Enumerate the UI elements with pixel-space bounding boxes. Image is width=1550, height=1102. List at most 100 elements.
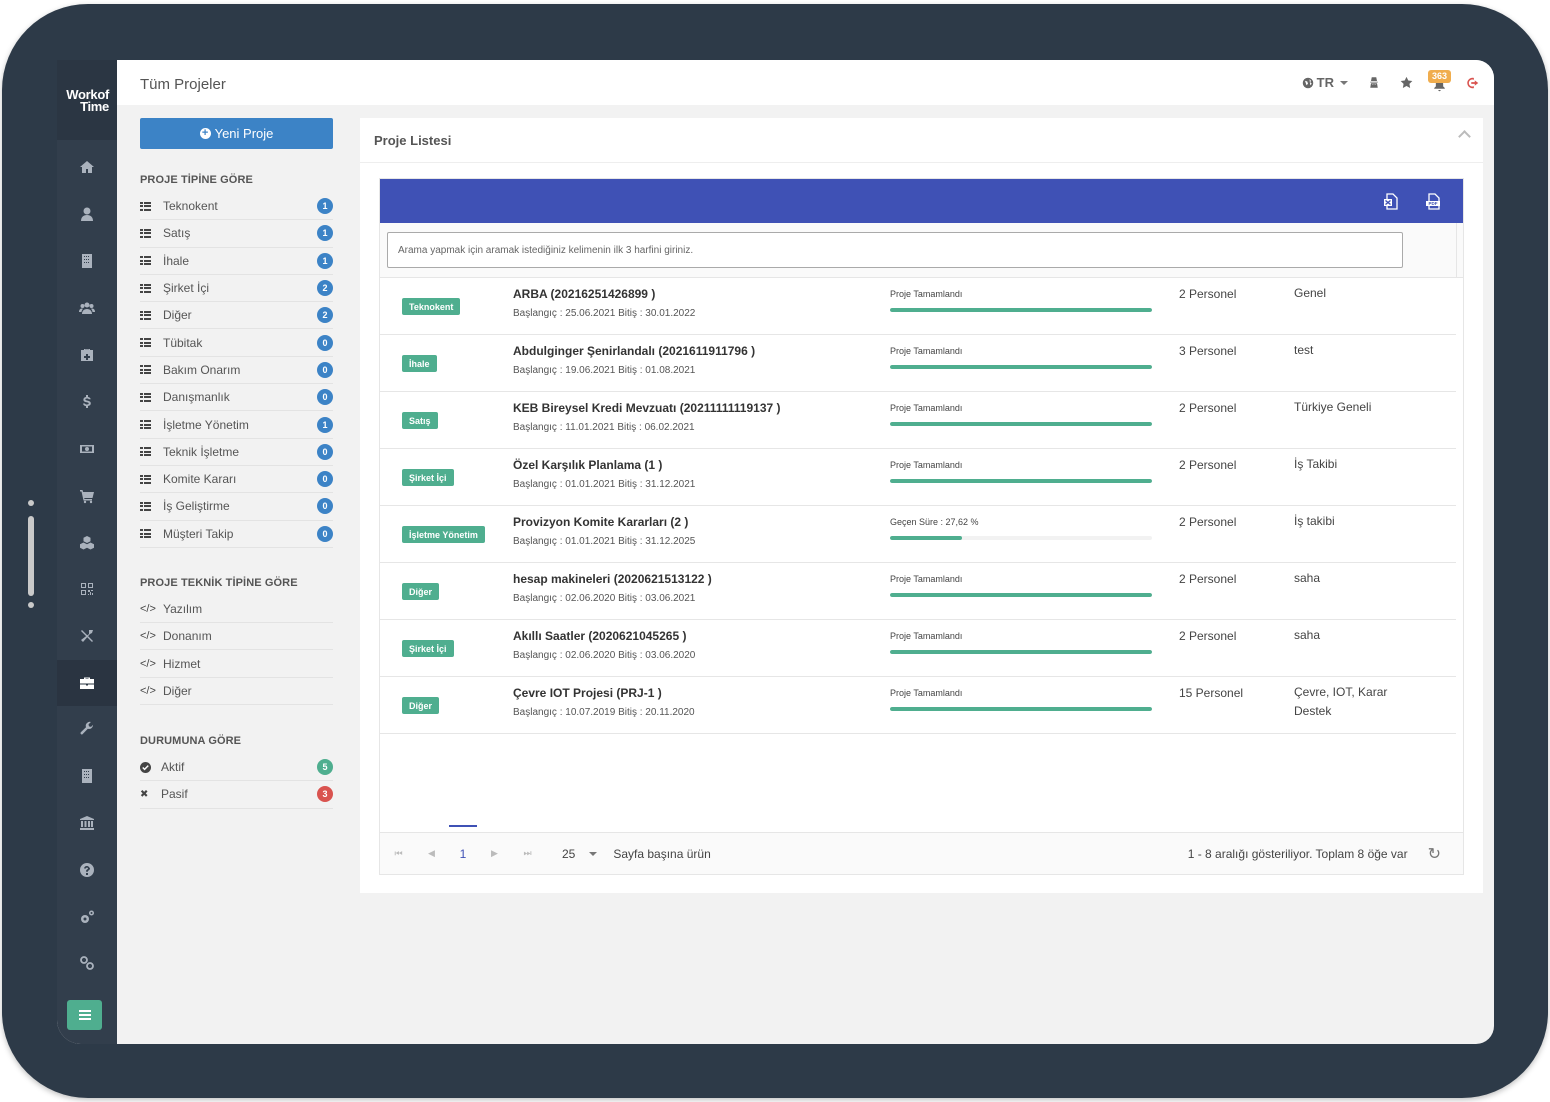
project-name[interactable]: ARBA (20216251426899 ) (513, 287, 655, 301)
nav-help[interactable] (57, 847, 117, 893)
filter-item-type[interactable]: Satış 1 (140, 220, 333, 248)
nav-medkit[interactable] (57, 332, 117, 378)
nav-tools[interactable] (57, 613, 117, 659)
progress-bar (890, 536, 1152, 540)
filter-item-type[interactable]: Müşteri Takip 0 (140, 521, 333, 548)
language-selector[interactable]: TR (1292, 60, 1358, 105)
filter-item-label: Teknik İşletme (163, 444, 240, 459)
last-page-icon[interactable]: ⏭ (511, 848, 544, 859)
project-type-tag: Diğer (402, 583, 440, 600)
progress-bar (890, 422, 1152, 426)
filter-item-type[interactable]: Danışmanlık 0 (140, 384, 333, 412)
excel-export-icon[interactable] (1383, 192, 1399, 210)
nav-integrations[interactable] (57, 940, 117, 986)
filter-item-type[interactable]: Teknik İşletme 0 (140, 439, 333, 466)
nav-user[interactable] (57, 191, 117, 237)
question-icon (80, 863, 94, 877)
project-row[interactable]: Teknokent ARBA (20216251426899 ) Başlangıç… (380, 278, 1456, 335)
filter-item-type[interactable]: Tübitak 0 (140, 329, 333, 357)
project-type-tag: Şirket İçi (402, 469, 454, 486)
filter-item-type[interactable]: İhale 1 (140, 248, 333, 275)
filter-item-type[interactable]: Şirket İçi 2 (140, 275, 333, 303)
filter-item-tech[interactable]: </> Yazılım (140, 596, 333, 624)
grid-toolbar: PDF (380, 179, 1463, 223)
check-circle-icon (140, 761, 161, 773)
project-name[interactable]: Provizyon Komite Kararları (2 ) (513, 515, 688, 529)
nav-building-2[interactable] (57, 753, 117, 799)
page-number-current[interactable]: 1 (448, 824, 478, 861)
nav-users[interactable] (57, 285, 117, 331)
project-staff-count: 15 Personel (1179, 686, 1244, 700)
code-icon: </> (140, 684, 156, 697)
list-icon (140, 392, 151, 402)
project-type-tag: İhale (402, 355, 437, 372)
nav-home[interactable] (57, 144, 117, 190)
project-name[interactable]: KEB Bireysel Kredi Mevzuatı (20211111119… (513, 401, 781, 415)
nav-money[interactable] (57, 426, 117, 472)
filter-item-type[interactable]: Bakım Onarım 0 (140, 357, 333, 385)
prev-page-icon[interactable]: ◀ (415, 848, 448, 859)
search-row (380, 223, 1463, 278)
pagination: ⏮ ◀ 1 ▶ ⏭ 25 Sayfa başına ürün 1 - 8 ara… (380, 824, 1463, 874)
project-description: İş takibi (1294, 514, 1335, 528)
project-type-tag: Teknokent (402, 298, 461, 315)
project-row[interactable]: Şirket İçi Akıllı Saatler (2020621045265 … (380, 620, 1456, 677)
refresh-icon[interactable]: ↻ (1428, 844, 1441, 864)
project-row[interactable]: Diğer Çevre IOT Projesi (PRJ-1 ) Başlangıç… (380, 677, 1456, 734)
project-name[interactable]: hesap makineleri (2020621513122 ) (513, 572, 712, 586)
filter-item-type[interactable]: Komite Kararı 0 (140, 466, 333, 494)
chevron-up-icon[interactable] (1458, 130, 1471, 143)
count-badge: 5 (317, 759, 333, 776)
filter-item-type[interactable]: Diğer 2 (140, 302, 333, 330)
project-name[interactable]: Akıllı Saatler (2020621045265 ) (513, 629, 686, 643)
filter-item-type[interactable]: Teknokent 1 (140, 193, 333, 221)
filter-item-type[interactable]: İş Geliştirme 0 (140, 493, 333, 521)
project-row[interactable]: Diğer hesap makineleri (2020621513122 ) Ba… (380, 563, 1456, 620)
new-project-button[interactable]: + Yeni Proje (140, 118, 333, 149)
project-status: Proje Tamamlandı (890, 403, 963, 413)
count-badge: 0 (317, 361, 333, 378)
project-row[interactable]: Şirket İçi Özel Karşılık Planlama (1 ) Baş… (380, 449, 1456, 506)
next-page-icon[interactable]: ▶ (478, 848, 511, 859)
favorites-button[interactable] (1390, 60, 1423, 105)
filter-item-label: İhale (163, 253, 190, 268)
filter-item-status[interactable]: Aktif 5 (140, 754, 333, 782)
page-size-select[interactable]: 25 (562, 847, 598, 861)
nav-qrcode[interactable] (57, 566, 117, 612)
search-input[interactable] (387, 232, 1403, 268)
nav-wrench[interactable] (57, 706, 117, 752)
filter-item-label: Diğer (163, 308, 192, 323)
nav-building[interactable] (57, 238, 117, 284)
incognito-button[interactable] (1358, 60, 1390, 105)
nav-bank[interactable] (57, 800, 117, 846)
nav-projects[interactable] (57, 660, 117, 706)
project-name[interactable]: Özel Karşılık Planlama (1 ) (513, 458, 662, 472)
first-page-icon[interactable]: ⏮ (382, 848, 415, 859)
filter-item-type[interactable]: İşletme Yönetim 1 (140, 411, 333, 439)
filter-item-tech[interactable]: </> Diğer (140, 678, 333, 706)
menu-toggle-button[interactable] (67, 1000, 102, 1030)
count-badge: 0 (317, 443, 333, 460)
list-icon (140, 228, 151, 238)
nav-settings[interactable] (57, 894, 117, 940)
project-row[interactable]: Satış KEB Bireysel Kredi Mevzuatı (202111… (380, 392, 1456, 449)
notifications-button[interactable]: 363 (1423, 60, 1456, 105)
app-logo[interactable]: Workof Time (57, 60, 117, 140)
project-dates: Başlangıç : 25.06.2021 Bitiş : 30.01.202… (513, 308, 696, 319)
project-type-tag: Satış (402, 412, 438, 429)
nav-finance[interactable] (57, 379, 117, 425)
pdf-export-icon[interactable]: PDF (1425, 192, 1441, 210)
nav-cubes[interactable] (57, 520, 117, 566)
frame-home-bar (28, 516, 34, 596)
filter-item-tech[interactable]: </> Donanım (140, 623, 333, 651)
filter-item-tech[interactable]: </> Hizmet (140, 650, 333, 678)
nav-cart[interactable] (57, 473, 117, 519)
project-row[interactable]: İhale Abdulginger Şenirlandalı (202161191… (380, 335, 1456, 392)
filter-item-status[interactable]: ✖ Pasif 3 (140, 781, 333, 809)
logout-button[interactable] (1456, 60, 1494, 105)
project-status: Proje Tamamlandı (890, 460, 963, 470)
project-name[interactable]: Çevre IOT Projesi (PRJ-1 ) (513, 686, 662, 700)
project-row[interactable]: İşletme Yönetim Provizyon Komite Kararlar… (380, 506, 1456, 563)
project-name[interactable]: Abdulginger Şenirlandalı (2021611911796 … (513, 344, 755, 358)
count-badge: 2 (317, 307, 333, 324)
